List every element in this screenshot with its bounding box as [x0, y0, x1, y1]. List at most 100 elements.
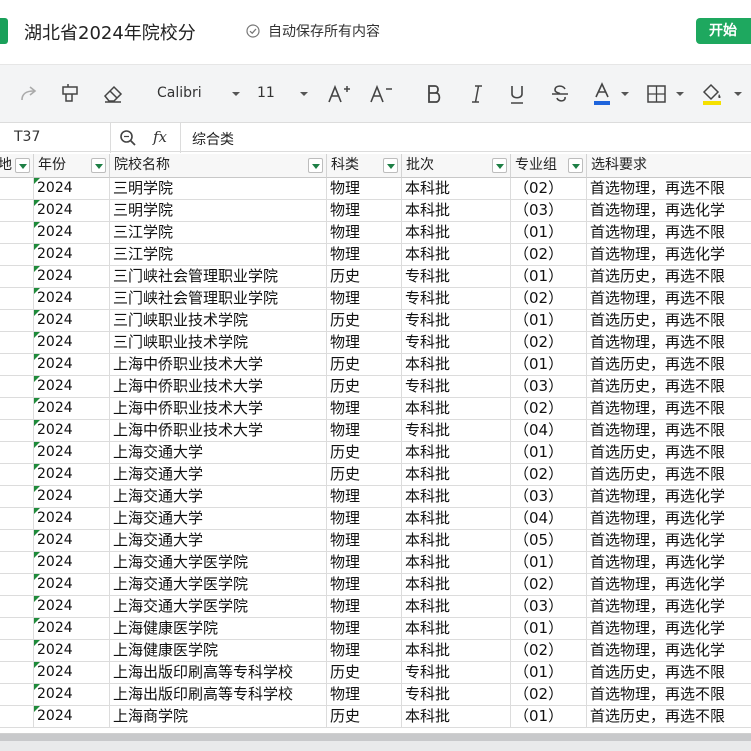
cell-major-group[interactable]: （01）	[511, 222, 587, 244]
font-color-dropdown-icon[interactable]	[621, 92, 629, 96]
cell-region[interactable]	[0, 222, 34, 244]
cell-year[interactable]: 2024	[34, 442, 110, 464]
cell-region[interactable]	[0, 288, 34, 310]
cell-major-group[interactable]: （02）	[511, 398, 587, 420]
cell-subject-requirement[interactable]: 首选历史，再选不限	[587, 464, 751, 486]
cell-region[interactable]	[0, 354, 34, 376]
cell-batch[interactable]: 本科批	[402, 596, 511, 618]
cell-subject-requirement[interactable]: 首选历史，再选不限	[587, 354, 751, 376]
cell-year[interactable]: 2024	[34, 332, 110, 354]
cell-batch[interactable]: 本科批	[402, 398, 511, 420]
cell-region[interactable]	[0, 552, 34, 574]
cell-batch[interactable]: 本科批	[402, 200, 511, 222]
cell-school-name[interactable]: 上海中侨职业技术大学	[110, 376, 327, 398]
cell-region[interactable]	[0, 508, 34, 530]
cell-subject-requirement[interactable]: 首选物理，再选不限	[587, 222, 751, 244]
increase-font-icon[interactable]	[327, 82, 351, 106]
cell-year[interactable]: 2024	[34, 464, 110, 486]
function-icon[interactable]: fx	[153, 128, 167, 146]
cell-school-name[interactable]: 上海交通大学	[110, 486, 327, 508]
cell-category[interactable]: 物理	[327, 178, 402, 200]
cell-year[interactable]: 2024	[34, 574, 110, 596]
cell-major-group[interactable]: （02）	[511, 464, 587, 486]
cell-major-group[interactable]: （01）	[511, 442, 587, 464]
cell-region[interactable]	[0, 420, 34, 442]
search-icon[interactable]	[119, 129, 139, 151]
cell-year[interactable]: 2024	[34, 552, 110, 574]
cell-school-name[interactable]: 上海交通大学	[110, 508, 327, 530]
cell-school-name[interactable]: 上海交通大学医学院	[110, 574, 327, 596]
cell-subject-requirement[interactable]: 首选物理，再选不限	[587, 288, 751, 310]
cell-year[interactable]: 2024	[34, 200, 110, 222]
filter-dropdown-icon[interactable]	[383, 158, 398, 173]
column-header-category[interactable]: 科类	[327, 154, 402, 178]
cell-school-name[interactable]: 上海交通大学	[110, 464, 327, 486]
cell-subject-requirement[interactable]: 首选物理，再选不限	[587, 178, 751, 200]
cell-subject-requirement[interactable]: 首选物理，再选不限	[587, 332, 751, 354]
cell-subject-requirement[interactable]: 首选物理，再选化学	[587, 596, 751, 618]
cell-major-group[interactable]: （02）	[511, 574, 587, 596]
cell-year[interactable]: 2024	[34, 398, 110, 420]
cell-school-name[interactable]: 三门峡职业技术学院	[110, 332, 327, 354]
cell-school-name[interactable]: 三江学院	[110, 244, 327, 266]
column-header-region[interactable]: 地	[0, 154, 34, 178]
cell-subject-requirement[interactable]: 首选物理，再选化学	[587, 574, 751, 596]
cell-subject-requirement[interactable]: 首选物理，再选不限	[587, 684, 751, 706]
horizontal-scrollbar[interactable]	[0, 734, 751, 741]
cell-region[interactable]	[0, 376, 34, 398]
borders-dropdown-icon[interactable]	[676, 92, 684, 96]
cell-category[interactable]: 物理	[327, 244, 402, 266]
borders-icon[interactable]	[646, 82, 668, 106]
cell-school-name[interactable]: 上海健康医学院	[110, 618, 327, 640]
cell-category[interactable]: 物理	[327, 486, 402, 508]
formula-input[interactable]: 综合类	[192, 129, 234, 149]
cell-batch[interactable]: 本科批	[402, 530, 511, 552]
column-header-major-group[interactable]: 专业组	[511, 154, 587, 178]
cell-region[interactable]	[0, 574, 34, 596]
cell-category[interactable]: 物理	[327, 420, 402, 442]
cell-region[interactable]	[0, 398, 34, 420]
column-header-year[interactable]: 年份	[34, 154, 110, 178]
cell-batch[interactable]: 本科批	[402, 552, 511, 574]
name-box[interactable]: T37	[14, 129, 40, 145]
cell-region[interactable]	[0, 640, 34, 662]
filter-dropdown-icon[interactable]	[91, 158, 106, 173]
cell-category[interactable]: 历史	[327, 266, 402, 288]
cell-major-group[interactable]: （02）	[511, 332, 587, 354]
cell-category[interactable]: 历史	[327, 706, 402, 728]
cell-batch[interactable]: 本科批	[402, 574, 511, 596]
cell-subject-requirement[interactable]: 首选物理，再选化学	[587, 618, 751, 640]
cell-region[interactable]	[0, 442, 34, 464]
cell-category[interactable]: 物理	[327, 596, 402, 618]
cell-region[interactable]	[0, 332, 34, 354]
cell-category[interactable]: 物理	[327, 574, 402, 596]
cell-major-group[interactable]: （01）	[511, 662, 587, 684]
cell-region[interactable]	[0, 596, 34, 618]
cell-major-group[interactable]: （02）	[511, 640, 587, 662]
cell-major-group[interactable]: （03）	[511, 376, 587, 398]
cell-major-group[interactable]: （02）	[511, 684, 587, 706]
cell-major-group[interactable]: （03）	[511, 596, 587, 618]
column-header-batch[interactable]: 批次	[402, 154, 511, 178]
cell-year[interactable]: 2024	[34, 376, 110, 398]
cell-subject-requirement[interactable]: 首选历史，再选不限	[587, 376, 751, 398]
cell-major-group[interactable]: （05）	[511, 530, 587, 552]
cell-year[interactable]: 2024	[34, 354, 110, 376]
cell-school-name[interactable]: 三门峡职业技术学院	[110, 310, 327, 332]
cell-category[interactable]: 历史	[327, 464, 402, 486]
cell-school-name[interactable]: 三江学院	[110, 222, 327, 244]
cell-school-name[interactable]: 上海出版印刷高等专科学校	[110, 684, 327, 706]
font-color-icon[interactable]	[591, 82, 613, 106]
cell-batch[interactable]: 本科批	[402, 222, 511, 244]
cell-school-name[interactable]: 上海出版印刷高等专科学校	[110, 662, 327, 684]
cell-school-name[interactable]: 上海健康医学院	[110, 640, 327, 662]
cell-batch[interactable]: 本科批	[402, 464, 511, 486]
cell-major-group[interactable]: （01）	[511, 706, 587, 728]
italic-icon[interactable]	[467, 82, 487, 106]
cell-batch[interactable]: 专科批	[402, 266, 511, 288]
filter-dropdown-icon[interactable]	[15, 158, 30, 173]
cell-subject-requirement[interactable]: 首选物理，再选化学	[587, 200, 751, 222]
filter-dropdown-icon[interactable]	[568, 158, 583, 173]
cell-school-name[interactable]: 上海交通大学医学院	[110, 552, 327, 574]
cell-school-name[interactable]: 上海交通大学	[110, 530, 327, 552]
